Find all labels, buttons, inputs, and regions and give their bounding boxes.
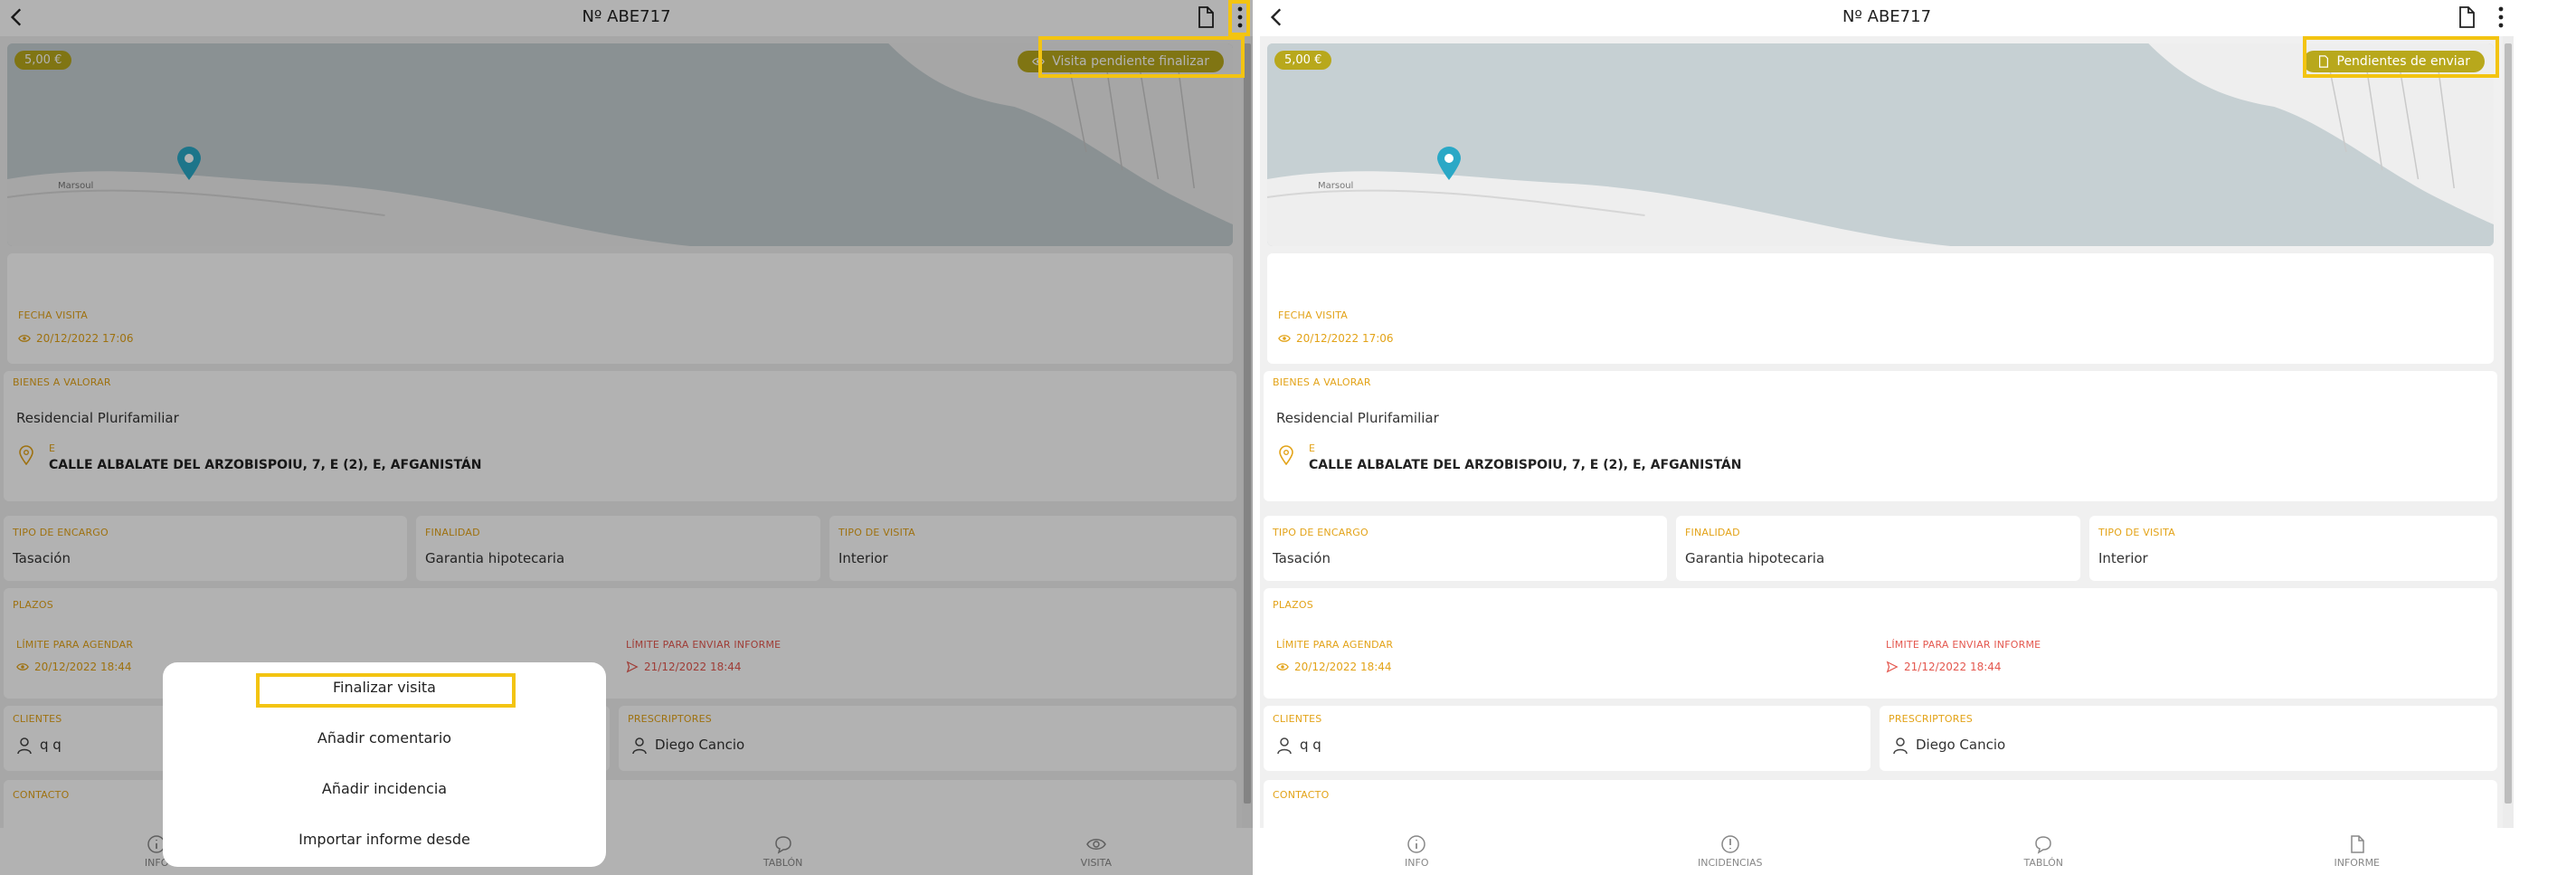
report-limit-value: 21/12/2022 18:44: [1886, 661, 2002, 673]
document-icon[interactable]: [2456, 5, 2477, 29]
location-map[interactable]: Marsoul 5,00 € Pendientes de enviar: [1267, 43, 2494, 246]
left-screen: Nº ABE717 Marsoul 5,00 € Visita pendient…: [0, 0, 1253, 875]
alert-icon: [1721, 835, 1739, 853]
deadlines-card: PLAZOS LÍMITE PARA AGENDAR 20/12/2022 18…: [1264, 588, 2497, 699]
page-title: Nº ABE717: [1842, 7, 1932, 26]
status-text: Pendientes de enviar: [2336, 54, 2471, 69]
status-badge: Pendientes de enviar: [2302, 51, 2485, 72]
tab-info[interactable]: INFO: [1260, 828, 1574, 875]
contact-label: CONTACTO: [1273, 789, 1330, 801]
prescriber-name: Diego Cancio: [1916, 737, 2006, 753]
info-icon: [1407, 835, 1425, 853]
menu-importar-informe[interactable]: Importar informe desde: [163, 831, 606, 848]
map-image: [1267, 43, 2494, 246]
order-type-card: TIPO DE ENCARGO Tasación: [1264, 516, 1667, 581]
order-type-value: Tasación: [1273, 550, 1331, 566]
send-icon: [1886, 661, 1899, 673]
document-icon: [2318, 55, 2328, 68]
assets-label: BIENES A VALORAR: [1273, 376, 1371, 388]
prescribers-card: PRESCRIPTORES Diego Cancio: [1880, 706, 2497, 771]
location-icon: [1279, 445, 1293, 465]
more-options-icon[interactable]: [2494, 5, 2508, 30]
assets-card: BIENES A VALORAR Residencial Plurifamili…: [1264, 371, 2497, 501]
tab-informe[interactable]: INFORME: [2201, 828, 2514, 875]
menu-finalizar-visita[interactable]: Finalizar visita: [163, 679, 606, 696]
purpose-label: FINALIDAD: [1685, 527, 1740, 538]
bottom-tab-bar: INFO INCIDENCIAS TABLÓN INFORME: [1260, 828, 2514, 875]
report-limit-label: LÍMITE PARA ENVIAR INFORME: [1886, 639, 2041, 651]
contact-card: CONTACTO: [1264, 780, 2497, 828]
scrollbar[interactable]: [2503, 36, 2514, 828]
asset-letter: E: [1309, 442, 1316, 454]
visit-type-card: TIPO DE VISITA Interior: [2089, 516, 2497, 581]
purpose-card: FINALIDAD Garantia hipotecaria: [1676, 516, 2080, 581]
tab-incidencias[interactable]: INCIDENCIAS: [1574, 828, 1888, 875]
visit-date-value: 20/12/2022 17:06: [1278, 332, 1394, 345]
options-menu: Finalizar visita Añadir comentario Añadi…: [163, 662, 606, 867]
visit-date-label: FECHA VISITA: [1278, 309, 1349, 321]
purpose-value: Garantia hipotecaria: [1685, 550, 1825, 566]
order-type-label: TIPO DE ENCARGO: [1273, 527, 1368, 538]
client-name: q q: [1300, 737, 1321, 753]
deadlines-label: PLAZOS: [1273, 599, 1313, 611]
person-icon: [1277, 737, 1292, 755]
map-place-label: Marsoul: [1318, 181, 1354, 191]
tab-tablon[interactable]: TABLÓN: [1887, 828, 2201, 875]
visit-date-card: FECHA VISITA 20/12/2022 17:06: [1267, 253, 2494, 364]
prescribers-label: PRESCRIPTORES: [1889, 713, 1973, 725]
person-icon: [1893, 737, 1908, 755]
price-badge: 5,00 €: [1274, 51, 1332, 70]
detail-content[interactable]: Marsoul 5,00 € Pendientes de enviar FECH…: [1260, 36, 2501, 828]
asset-type: Residencial Plurifamiliar: [1276, 410, 1439, 426]
visit-type-value: Interior: [2098, 550, 2148, 566]
schedule-limit-label: LÍMITE PARA AGENDAR: [1276, 639, 1394, 651]
clients-card: CLIENTES q q: [1264, 706, 1870, 771]
scrollbar-thumb[interactable]: [2505, 43, 2512, 804]
top-bar: Nº ABE717: [1260, 0, 2514, 36]
schedule-limit-value: 20/12/2022 18:44: [1276, 661, 1392, 673]
report-icon: [2351, 835, 2364, 853]
menu-anadir-incidencia[interactable]: Añadir incidencia: [163, 780, 606, 797]
visit-type-label: TIPO DE VISITA: [2098, 527, 2175, 538]
asset-address: CALLE ALBALATE DEL ARZOBISPOIU, 7, E (2)…: [1309, 458, 1742, 472]
map-pin-icon[interactable]: [1436, 147, 1462, 181]
menu-anadir-comentario[interactable]: Añadir comentario: [163, 729, 606, 747]
right-screen: Nº ABE717 Marsoul 5,00 € Pendientes de e…: [1260, 0, 2514, 875]
chat-icon: [2035, 836, 2052, 854]
eye-icon: [1278, 335, 1291, 342]
clients-label: CLIENTES: [1273, 713, 1322, 725]
eye-icon: [1276, 663, 1289, 671]
